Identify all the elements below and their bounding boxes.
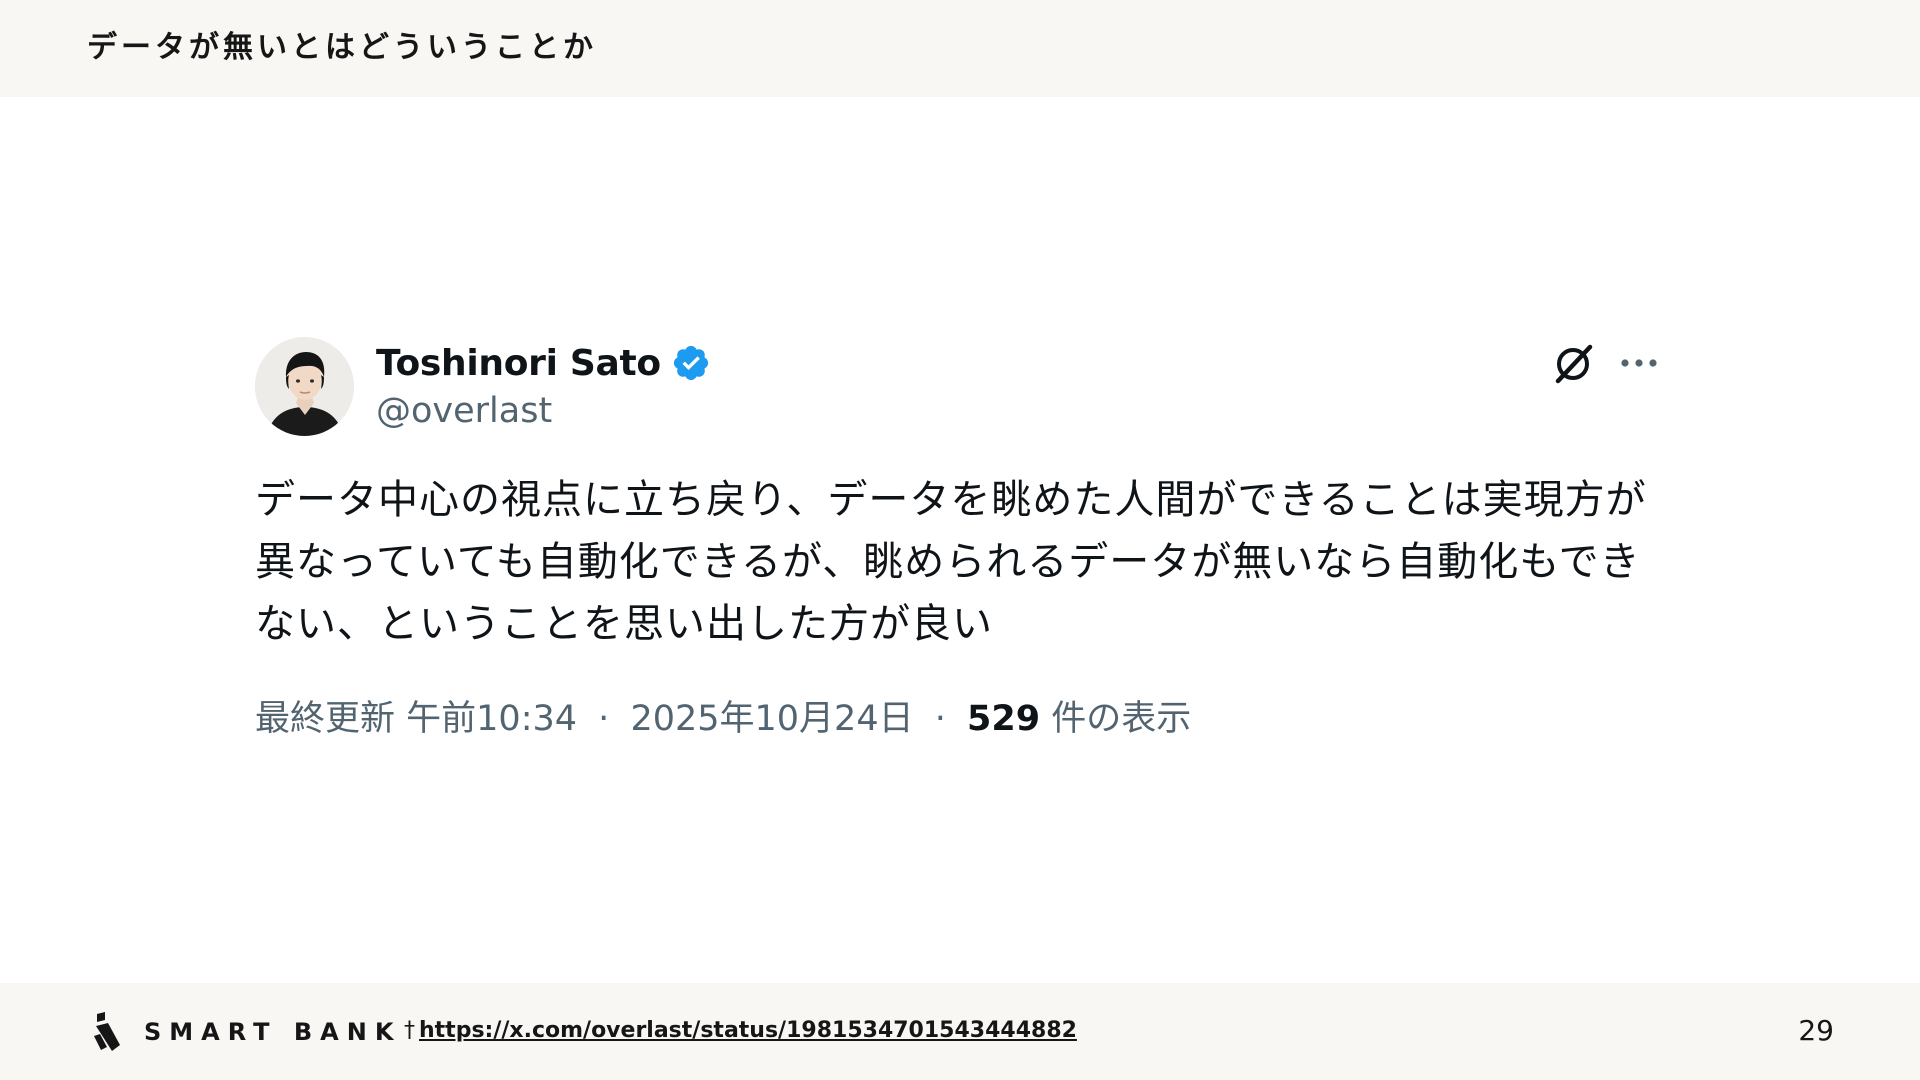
source-link[interactable]: https://x.com/overlast/status/1981534701… [419, 1018, 1077, 1043]
views-count[interactable]: 529 [967, 699, 1040, 739]
tweet-text: データ中心の視点に立ち戻り、データを眺めた人間ができることは実現方が異なっていて… [255, 477, 1647, 647]
edited-label[interactable]: 最終更新 [255, 699, 395, 739]
verified-badge-icon [671, 343, 711, 383]
smartbank-logo: SMART BANK [90, 1011, 401, 1053]
source-dagger: † [404, 1018, 415, 1043]
author-handle[interactable]: @overlast [376, 391, 552, 431]
tweet-time[interactable]: 午前10:34 [406, 699, 577, 739]
avatar[interactable] [255, 337, 354, 436]
meta-separator: · [598, 699, 610, 739]
tweet-meta: 最終更新 午前10:34 · 2025年10月24日 · 529 件の表示 [255, 694, 1191, 744]
more-icon[interactable] [1618, 345, 1660, 381]
slide-header: データが無いとはどういうことか [0, 0, 1920, 97]
avatar-portrait-icon [255, 337, 354, 436]
page-number: 29 [1798, 1014, 1834, 1047]
meta-separator: · [934, 699, 946, 739]
views-label[interactable]: 件の表示 [1051, 699, 1191, 739]
grok-icon[interactable] [1550, 339, 1598, 387]
source-citation: † https://x.com/overlast/status/198153470… [404, 1018, 1077, 1043]
logo-text: SMART BANK [144, 1018, 402, 1046]
slide-title: データが無いとはどういうことか [87, 30, 597, 65]
tweet-date[interactable]: 2025年10月24日 [630, 699, 913, 739]
smartbank-mark-icon [90, 1011, 126, 1053]
author-display-name[interactable]: Toshinori Sato [376, 343, 661, 384]
author-name-row: Toshinori Sato [376, 339, 711, 387]
slide-footer: SMART BANK † https://x.com/overlast/statu… [0, 983, 1920, 1080]
